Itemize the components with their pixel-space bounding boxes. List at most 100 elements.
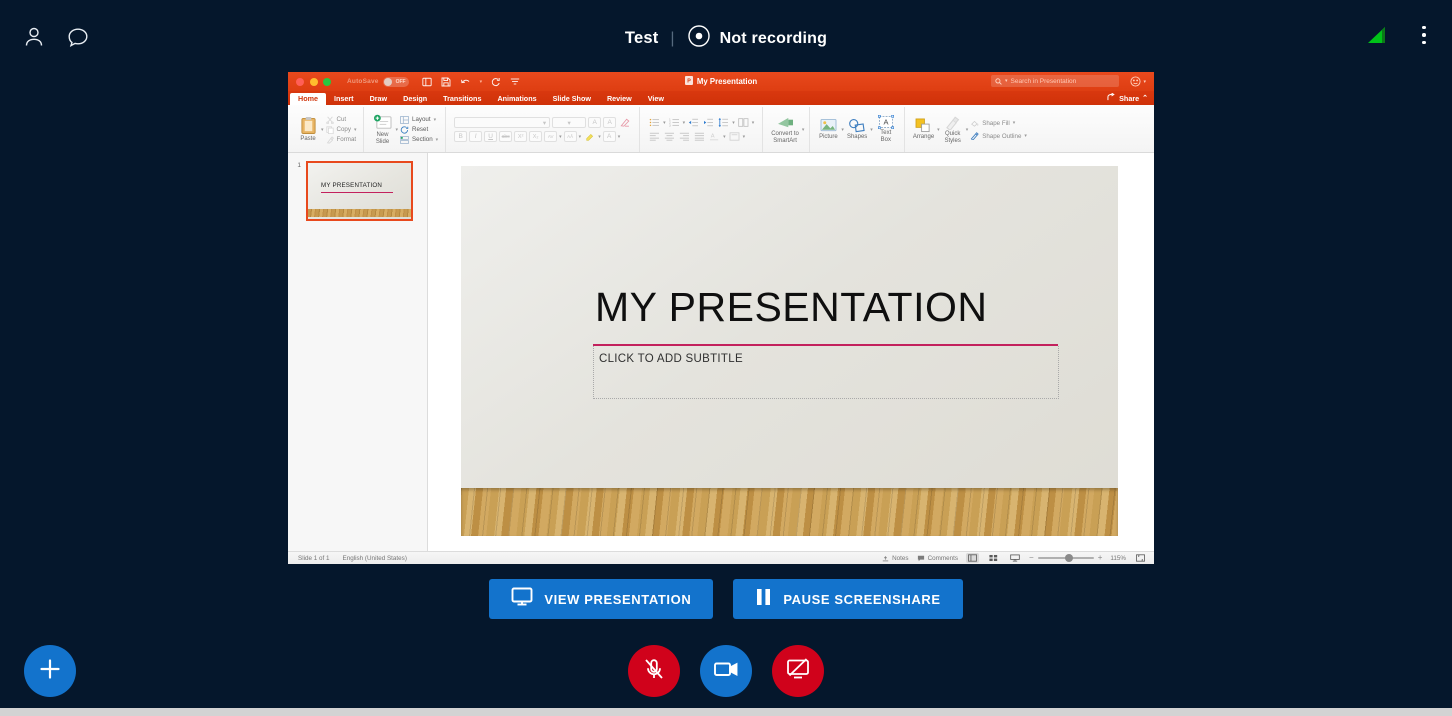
copy-button[interactable]: Copy ▾ (326, 126, 357, 134)
add-button[interactable] (24, 645, 76, 697)
font-color-button[interactable]: A (603, 131, 616, 142)
pause-screenshare-button[interactable]: PAUSE SCREENSHARE (733, 579, 962, 619)
layout-button[interactable]: Layout ▾ (400, 116, 438, 124)
slide-sorter-icon[interactable] (987, 553, 1000, 563)
search-input[interactable]: ▾ Search in Presentation (991, 75, 1119, 87)
increase-font-size-button[interactable]: A (588, 117, 601, 128)
font-family-select[interactable]: ▾ (454, 117, 550, 128)
view-presentation-button[interactable]: VIEW PRESENTATION (489, 579, 713, 619)
underline-button[interactable]: U (484, 131, 497, 142)
italic-button[interactable]: I (469, 131, 482, 142)
zoom-out-button[interactable]: − (1029, 554, 1034, 562)
paste-button[interactable]: Paste (295, 107, 321, 152)
tab-draw[interactable]: Draw (362, 93, 396, 105)
new-slide-button[interactable]: New Slide (369, 107, 395, 152)
notes-button[interactable]: Notes (882, 549, 908, 564)
smartart-dropdown-caret[interactable]: ▾ (802, 127, 805, 133)
screenshare-stop-button[interactable] (772, 645, 824, 697)
zoom-in-button[interactable]: + (1098, 554, 1103, 562)
tab-transitions[interactable]: Transitions (435, 93, 489, 105)
quick-styles-button[interactable]: Quick Styles (940, 107, 966, 152)
account-caret-icon[interactable]: ▾ (1143, 79, 1146, 85)
slide-thumbnail-1[interactable]: MY PRESENTATION (306, 161, 413, 221)
numbered-list-icon[interactable]: 123 (668, 117, 681, 128)
kebab-menu-icon[interactable] (1414, 22, 1434, 48)
tab-home[interactable]: Home (290, 93, 326, 105)
highlight-icon[interactable] (583, 131, 596, 142)
shared-screen-powerpoint-window[interactable]: AutoSave OFF (288, 72, 1154, 564)
format-painter-button[interactable]: Format (326, 136, 357, 144)
share-button[interactable]: Share ⌃ (1107, 93, 1148, 103)
chevron-up-icon[interactable]: ⌃ (1142, 94, 1148, 102)
font-color-caret[interactable]: ▾ (618, 134, 621, 140)
zoom-level-label[interactable]: 115% (1110, 555, 1126, 562)
numbering-caret[interactable]: ▾ (683, 120, 686, 126)
microphone-muted-button[interactable] (628, 645, 680, 697)
recording-status[interactable]: Not recording (687, 24, 828, 53)
character-spacing-caret[interactable]: ▾ (559, 134, 562, 140)
shapes-button[interactable]: Shapes (844, 107, 870, 152)
text-direction-caret[interactable]: ▾ (723, 134, 726, 140)
reset-button[interactable]: Reset (400, 126, 438, 134)
slide-thumbnail-pane[interactable]: 1 MY PRESENTATION (288, 153, 428, 551)
clear-formatting-icon[interactable] (618, 117, 631, 128)
slide-canvas[interactable]: MY PRESENTATION CLICK TO ADD SUBTITLE (461, 166, 1118, 536)
align-justify-icon[interactable] (693, 131, 706, 142)
layout-dropdown-caret[interactable]: ▾ (434, 117, 437, 123)
tab-design[interactable]: Design (395, 93, 435, 105)
align-text-icon[interactable] (728, 131, 741, 142)
tab-slide-show[interactable]: Slide Show (545, 93, 599, 105)
columns-icon[interactable] (737, 117, 750, 128)
shape-outline-button[interactable]: Shape Outline ▾ (970, 132, 1027, 140)
cut-button[interactable]: Cut (326, 116, 357, 124)
section-dropdown-caret[interactable]: ▾ (436, 137, 439, 143)
align-center-icon[interactable] (663, 131, 676, 142)
bold-button[interactable]: B (454, 131, 467, 142)
tab-animations[interactable]: Animations (489, 93, 544, 105)
comments-button[interactable]: Comments (917, 549, 958, 564)
highlight-caret[interactable]: ▾ (598, 134, 601, 140)
arrange-button[interactable]: Arrange (910, 107, 937, 152)
strikethrough-button[interactable]: abc (499, 131, 512, 142)
bullets-caret[interactable]: ▾ (663, 120, 666, 126)
line-spacing-caret[interactable]: ▾ (732, 120, 735, 126)
line-spacing-icon[interactable] (717, 117, 730, 128)
zoom-slider-handle[interactable] (1065, 554, 1073, 562)
columns-caret[interactable]: ▾ (752, 120, 755, 126)
bullet-list-icon[interactable] (648, 117, 661, 128)
decrease-font-size-button[interactable]: A (603, 117, 616, 128)
normal-view-icon[interactable] (966, 553, 979, 563)
text-direction-icon[interactable]: A (708, 131, 721, 142)
slide-subtitle-placeholder[interactable]: CLICK TO ADD SUBTITLE (593, 346, 1059, 399)
convert-to-smartart-button[interactable]: Convert to SmartArt (768, 107, 802, 152)
language-label[interactable]: English (United States) (343, 555, 407, 562)
copy-dropdown-caret[interactable]: ▾ (354, 127, 357, 133)
superscript-button[interactable]: X² (514, 131, 527, 142)
tab-view[interactable]: View (640, 93, 672, 105)
character-spacing-button[interactable]: AV (544, 131, 557, 142)
subscript-button[interactable]: X₂ (529, 131, 542, 142)
tab-review[interactable]: Review (599, 93, 640, 105)
change-case-caret[interactable]: ▾ (579, 134, 582, 140)
tab-insert[interactable]: Insert (326, 93, 362, 105)
align-left-icon[interactable] (648, 131, 661, 142)
zoom-slider[interactable] (1038, 557, 1094, 559)
decrease-indent-icon[interactable] (687, 117, 700, 128)
shape-fill-caret[interactable]: ▾ (1013, 120, 1016, 126)
change-case-button[interactable]: AÅ (564, 131, 577, 142)
section-button[interactable]: Section ▾ (400, 136, 438, 144)
picture-button[interactable]: Picture (815, 107, 841, 152)
account-smiley-icon[interactable]: ▾ (1130, 76, 1146, 87)
increase-indent-icon[interactable] (702, 117, 715, 128)
shape-outline-caret[interactable]: ▾ (1024, 133, 1027, 139)
reading-view-icon[interactable] (1008, 553, 1021, 563)
shape-fill-button[interactable]: Shape Fill ▾ (970, 119, 1027, 127)
slide-title-placeholder[interactable]: MY PRESENTATION (595, 284, 988, 331)
text-box-button[interactable]: A Text Box (873, 107, 899, 152)
align-right-icon[interactable] (678, 131, 691, 142)
search-dropdown-caret[interactable]: ▾ (1005, 78, 1008, 84)
camera-button[interactable] (700, 645, 752, 697)
align-text-caret[interactable]: ▾ (743, 134, 746, 140)
fit-to-window-icon[interactable] (1134, 553, 1147, 563)
font-size-select[interactable]: ▾ (552, 117, 586, 128)
